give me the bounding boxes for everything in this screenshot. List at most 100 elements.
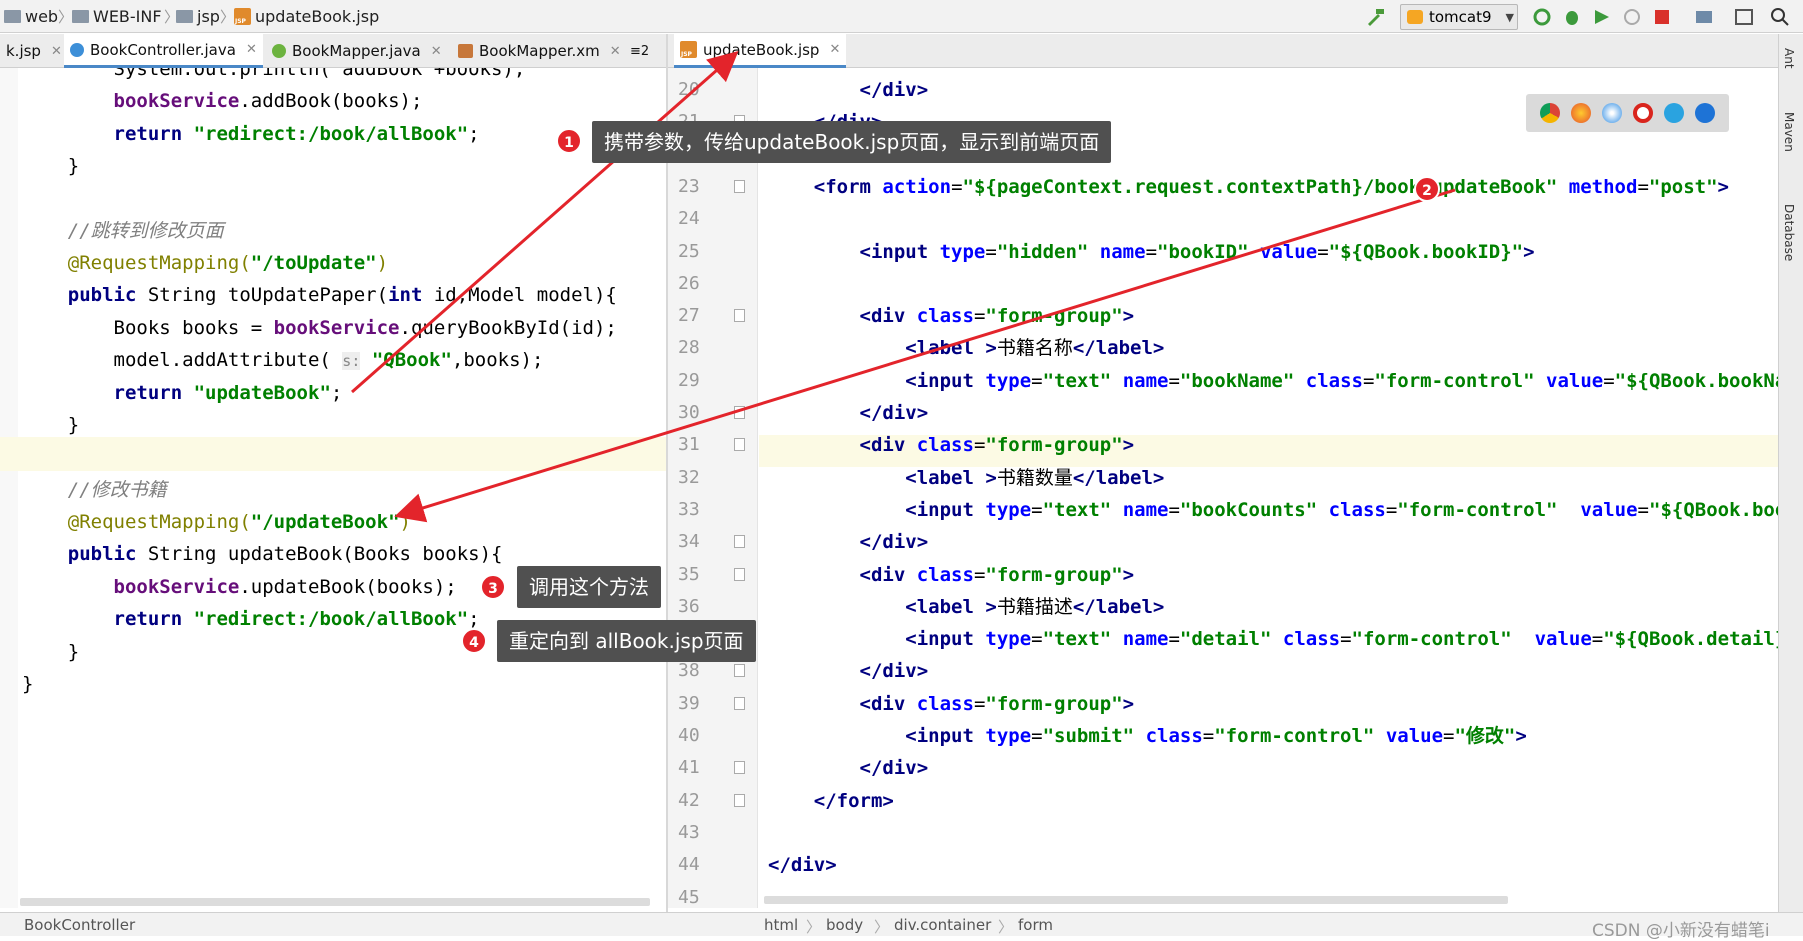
breadcrumb-jsp[interactable]: jsp [176,7,220,26]
close-icon[interactable]: ✕ [431,44,442,59]
code-line: </div> [768,854,837,877]
line-number: 20 [678,79,700,100]
line-number: 31 [678,434,700,456]
line-number: 43 [678,821,700,843]
breadcrumb-html[interactable]: html [764,916,798,934]
tab-overflow-button[interactable]: ≡2 [624,34,655,68]
breadcrumb-form[interactable]: form [1018,916,1053,934]
code-line: } [22,673,34,695]
fold-marker-icon[interactable] [734,406,745,419]
code-line: //跳转到修改页面 [22,220,224,242]
code-line: } [22,155,80,177]
close-icon[interactable]: ✕ [246,42,257,57]
line-number: 26 [678,272,700,294]
callout-badge-4: 4 [461,628,487,654]
tomcat-icon [1407,10,1423,24]
chevron-right-icon: 〉 [220,8,236,26]
fold-marker-icon[interactable] [734,309,745,323]
code-line: <input type="text" name="bookCounts" cla… [905,498,1778,521]
breadcrumb-body[interactable]: body [826,916,863,934]
fold-marker-icon[interactable] [734,535,745,549]
tab-k-jsp[interactable]: k.jsp ✕ [0,34,68,68]
maven-panel-button[interactable]: Maven [1782,112,1796,152]
code-line: <div class="form-group"> [859,305,1135,328]
code-line: @RequestMapping("/toUpdate") [67,252,389,274]
right-code-editor[interactable]: 20 </div>21 </div>2223 <form action="${p… [668,68,1778,908]
breadcrumb-label: jsp [197,7,220,26]
debug-bug-icon[interactable] [1561,6,1583,28]
close-icon[interactable]: ✕ [829,42,840,57]
breadcrumb-div-container[interactable]: div.container [894,916,991,934]
opera-icon[interactable] [1633,103,1654,123]
ant-panel-button[interactable]: Ant [1782,48,1796,69]
status-bar: BookController html 〉 body 〉 div.contain… [0,912,1803,941]
line-number: 28 [678,337,700,359]
fold-marker-icon[interactable] [734,567,745,581]
code-line: </div> [859,660,929,683]
line-number: 33 [678,498,700,520]
line-number: 44 [678,854,700,876]
build-hammer-icon[interactable] [1364,6,1386,28]
line-number: 25 [678,240,700,262]
callout-badge-1: 1 [556,128,582,154]
profile-icon[interactable] [1621,6,1643,28]
callout-4: 重定向到 allBook.jsp页面 [497,620,756,662]
callout-1: 携带参数，传给updateBook.jsp页面，显示到前端页面 [592,121,1112,163]
tab-book-mapper-xml[interactable]: BookMapper.xm ✕ [452,34,627,68]
stop-icon[interactable] [1651,6,1673,28]
chrome-icon[interactable] [1539,103,1560,123]
line-number: 35 [678,563,700,585]
code-line: return "redirect:/book/allBook"; [113,608,480,630]
tab-update-book-jsp[interactable]: updateBook.jsp ✕ [674,34,847,68]
close-icon[interactable]: ✕ [51,44,62,59]
tab-overflow-label: ≡2 [630,43,650,59]
coverage-icon[interactable] [1591,6,1613,28]
firefox-icon[interactable] [1570,103,1591,123]
search-icon[interactable] [1769,6,1791,28]
run-config-select[interactable]: tomcat9 ▼ [1400,4,1518,30]
code-line: <input type="text" name="detail" class="… [905,628,1778,651]
fold-marker-icon[interactable] [734,696,745,710]
code-line: Books books = bookService.queryBookById(… [22,317,617,339]
chevron-right-icon: 〉 [806,918,822,936]
database-panel-button[interactable]: Database [1782,204,1796,261]
code-line: <input type="text" name="bookName" class… [905,369,1778,392]
callout-badge-3: 3 [480,574,506,600]
code-line: return "updateBook"; [113,382,343,404]
xml-file-icon [458,44,473,58]
safari-icon[interactable] [1601,103,1622,123]
code-line: </div> [859,402,929,424]
fold-marker-icon[interactable] [734,761,745,775]
line-number: 42 [678,789,700,811]
fold-marker-icon[interactable] [734,438,745,452]
breadcrumb-label: WEB-INF [93,7,162,26]
close-icon[interactable]: ✕ [610,44,621,59]
breadcrumb-web[interactable]: web [4,7,58,26]
tab-book-controller[interactable]: BookController.java ✕ [64,34,263,68]
fold-marker-icon[interactable] [734,793,745,807]
fold-marker-icon[interactable] [734,179,745,193]
line-number: 24 [678,208,700,230]
folder-icon [72,10,89,23]
code-line: </div> [859,531,929,554]
line-number: 29 [678,369,700,391]
rerun-icon[interactable] [1531,6,1553,28]
line-number: 36 [678,595,700,617]
tab-book-mapper-java[interactable]: BookMapper.java ✕ [266,34,448,68]
horizontal-scrollbar[interactable] [764,896,1508,904]
caret-line-highlight [0,437,666,471]
project-structure-icon[interactable] [1693,6,1715,28]
edge-icon[interactable] [1695,103,1716,123]
ie-icon[interactable] [1664,103,1685,123]
breadcrumb-web-inf[interactable]: WEB-INF [72,7,162,26]
chevron-right-icon: 〉 [998,918,1014,936]
code-line: } [22,641,80,663]
left-editor-tabs: k.jsp ✕ BookController.java ✕ BookMapper.j… [0,34,666,68]
left-gutter [0,68,18,908]
code-line: System.out.println("addBook"+books); [22,68,526,80]
breadcrumb-file[interactable]: updateBook.jsp [234,7,379,26]
horizontal-scrollbar[interactable] [20,898,650,906]
terminal-icon[interactable] [1733,6,1755,28]
left-code-editor[interactable]: System.out.println("addBook"+books); boo… [0,68,666,908]
fold-marker-icon[interactable] [734,664,745,678]
